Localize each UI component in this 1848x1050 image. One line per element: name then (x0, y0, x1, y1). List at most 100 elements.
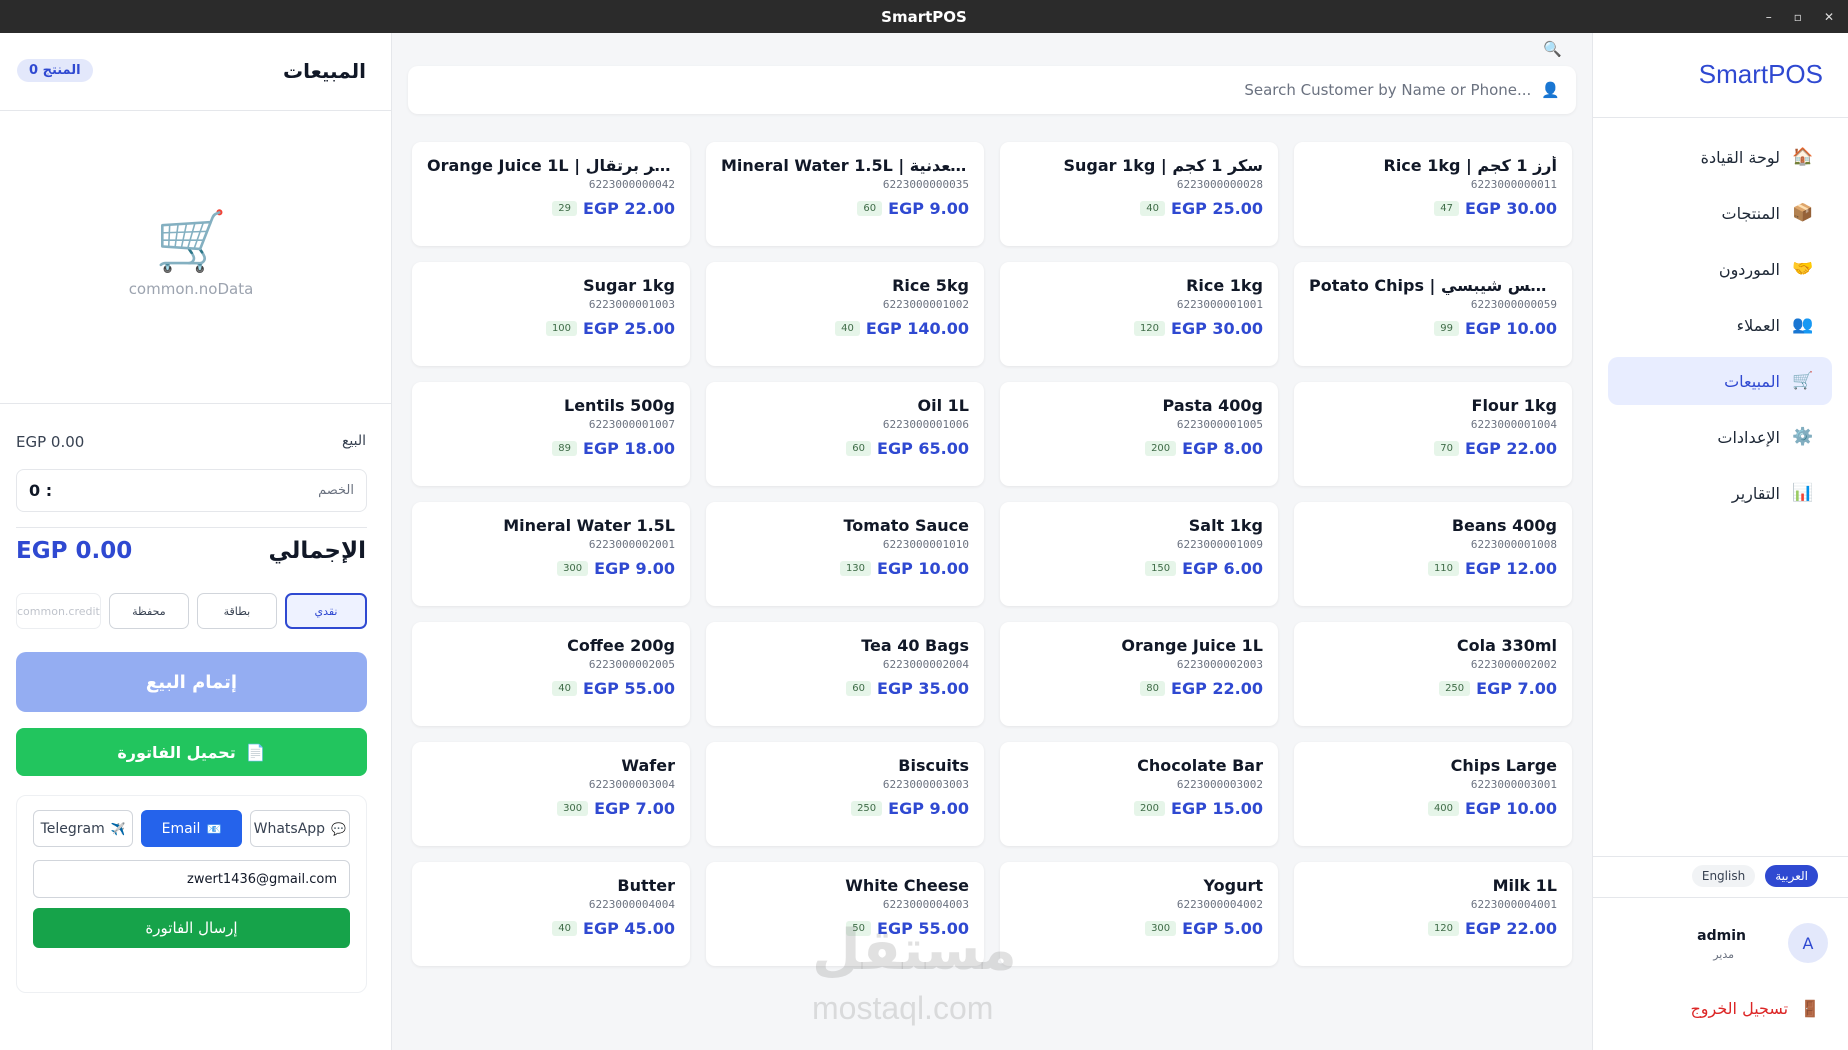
users-icon: 👥 (1792, 315, 1814, 335)
product-barcode: 6223000002003 (1176, 658, 1263, 671)
stock-badge: 150 (1145, 561, 1177, 576)
product-card[interactable]: Chips Large 6223000003001 EGP 10.00 400 (1294, 742, 1572, 846)
product-barcode: 6223000000035 (882, 178, 969, 191)
product-card[interactable]: Coffee 200g 6223000002005 EGP 55.00 40 (412, 622, 690, 726)
sidebar-item-dashboard[interactable]: 🏠 لوحة القيادة (1608, 133, 1832, 181)
cart-panel: المبيعات 0 المنتج 🛒 common.noData البيع … (0, 33, 392, 1050)
email-field[interactable] (33, 860, 350, 898)
email-tab[interactable]: 📧 Email (141, 810, 242, 847)
sidebar-item-suppliers[interactable]: 🤝 الموردون (1608, 245, 1832, 293)
watermark-logo-text: مستقل (812, 918, 1017, 983)
product-price-row: EGP 45.00 40 (427, 919, 675, 938)
customer-search-input[interactable] (408, 81, 1532, 99)
product-card[interactable]: Orange Juice 1L 6223000002003 EGP 22.00 80 (1000, 622, 1278, 726)
product-card[interactable]: Pasta 400g 6223000001005 EGP 8.00 200 (1000, 382, 1278, 486)
product-price-row: EGP 22.00 29 (427, 199, 675, 218)
product-name: Orange Juice 1L (1121, 636, 1263, 655)
sidebar: SmartPOS 🏠 لوحة القيادة 📦 المنتجات 🤝 الم… (1592, 33, 1848, 1050)
stock-badge: 60 (846, 681, 872, 696)
product-name: Tomato Sauce (843, 516, 969, 535)
stock-badge: 300 (1145, 921, 1177, 936)
product-card[interactable]: Sugar 1kg 6223000001003 EGP 25.00 100 (412, 262, 690, 366)
product-card[interactable]: Tomato Sauce 6223000001010 EGP 10.00 130 (706, 502, 984, 606)
product-price-row: EGP 30.00 47 (1309, 199, 1557, 218)
gear-icon: ⚙️ (1792, 427, 1814, 447)
product-card[interactable]: Cola 330ml 6223000002002 EGP 7.00 250 (1294, 622, 1572, 726)
product-price-row: EGP 7.00 250 (1309, 679, 1557, 698)
product-price: EGP 55.00 (583, 679, 675, 698)
product-card[interactable]: Mineral Water 1.5L | مياه معدنية 62230000… (706, 142, 984, 246)
product-price: EGP 10.00 (877, 559, 969, 578)
complete-sale-button[interactable]: إتمام البيع (16, 652, 367, 712)
minimize-icon[interactable]: – (1766, 10, 1772, 24)
product-card[interactable]: Lentils 500g 6223000001007 EGP 18.00 89 (412, 382, 690, 486)
discount-value[interactable]: 0 : (29, 481, 52, 500)
product-card[interactable]: Tea 40 Bags 6223000002004 EGP 35.00 60 (706, 622, 984, 726)
product-price: EGP 22.00 (583, 199, 675, 218)
product-card[interactable]: Flour 1kg 6223000001004 EGP 22.00 70 (1294, 382, 1572, 486)
product-price-row: EGP 18.00 89 (427, 439, 675, 458)
product-barcode: 6223000001005 (1176, 418, 1263, 431)
handshake-icon: 🤝 (1792, 259, 1814, 279)
plane-icon: ✈️ (110, 821, 126, 836)
lang-arabic-button[interactable]: العربية (1765, 865, 1818, 887)
sale-label: البيع (341, 433, 366, 449)
payment-cash-button[interactable]: نقدي (284, 593, 367, 629)
logout-label: تسجيل الخروج (1690, 999, 1789, 1018)
product-name: Wafer (621, 756, 675, 775)
product-card[interactable]: Butter 6223000004004 EGP 45.00 40 (412, 862, 690, 966)
customer-search-bar[interactable]: 👤 (408, 66, 1576, 114)
product-price-row: EGP 22.00 80 (1015, 679, 1263, 698)
product-card[interactable]: Beans 400g 6223000001008 EGP 12.00 110 (1294, 502, 1572, 606)
product-price-row: EGP 12.00 110 (1309, 559, 1557, 578)
product-barcode: 6223000001004 (1470, 418, 1557, 431)
stock-badge: 60 (857, 201, 883, 216)
payment-card-button[interactable]: بطاقة (196, 593, 277, 629)
payment-credit-button[interactable]: common.credit (16, 593, 101, 629)
whatsapp-tab[interactable]: 💬 WhatsApp (249, 810, 350, 847)
search-icon[interactable]: 🔍 (1543, 40, 1562, 58)
product-price: EGP 9.00 (594, 559, 675, 578)
sidebar-item-reports[interactable]: 📊 التقارير (1608, 469, 1832, 517)
product-card[interactable]: Sugar 1kg | سكر 1 كجم 6223000000028 EGP 25… (1000, 142, 1278, 246)
product-card[interactable]: Chocolate Bar 6223000003002 EGP 15.00 200 (1000, 742, 1278, 846)
product-card[interactable]: Rice 1kg | أرز 1 كجم 6223000000011 EGP 30.… (1294, 142, 1572, 246)
lang-english-button[interactable]: English (1691, 865, 1756, 887)
product-card[interactable]: Biscuits 6223000003003 EGP 9.00 250 (706, 742, 984, 846)
send-invoice-button[interactable]: إرسال الفاتورة (33, 908, 350, 948)
stock-badge: 40 (552, 681, 578, 696)
sidebar-item-settings[interactable]: ⚙️ الإعدادات (1608, 413, 1832, 461)
restore-icon[interactable]: ▫ (1794, 10, 1802, 24)
product-name: Flour 1kg (1471, 396, 1557, 415)
product-name: Sugar 1kg (583, 276, 675, 295)
product-card[interactable]: Wafer 6223000003004 EGP 7.00 300 (412, 742, 690, 846)
product-card[interactable]: Yogurt 6223000004002 EGP 5.00 300 (1000, 862, 1278, 966)
product-card[interactable]: Orange Juice 1L | عصير برتقال 62230000000… (412, 142, 690, 246)
sidebar-item-label: لوحة القيادة (1700, 147, 1780, 167)
payment-wallet-button[interactable]: محفظة (108, 593, 189, 629)
sidebar-nav: 🏠 لوحة القيادة 📦 المنتجات 🤝 الموردون 👥 ا… (1608, 133, 1832, 525)
product-card[interactable]: Salt 1kg 6223000001009 EGP 6.00 150 (1000, 502, 1278, 606)
sidebar-item-products[interactable]: 📦 المنتجات (1608, 189, 1832, 237)
sidebar-item-customers[interactable]: 👥 العملاء (1608, 301, 1832, 349)
product-card[interactable]: Rice 5kg 6223000001002 EGP 140.00 40 (706, 262, 984, 366)
product-barcode: 6223000002002 (1470, 658, 1557, 671)
product-card[interactable]: Mineral Water 1.5L 6223000002001 EGP 9.00 3… (412, 502, 690, 606)
download-invoice-button[interactable]: 📄 تحميل الفاتورة (16, 728, 367, 776)
telegram-tab[interactable]: ✈️ Telegram (33, 810, 134, 847)
product-card[interactable]: Rice 1kg 6223000001001 EGP 30.00 120 (1000, 262, 1278, 366)
payment-methods: نقدي بطاقة محفظة common.credit (16, 593, 367, 629)
product-card[interactable]: Potato Chips | بطاطس شيبسي 6223000000059 E… (1294, 262, 1572, 366)
sidebar-item-sales[interactable]: 🛒 المبيعات (1608, 357, 1832, 405)
product-barcode: 6223000001003 (588, 298, 675, 311)
product-card[interactable]: Oil 1L 6223000001006 EGP 65.00 60 (706, 382, 984, 486)
logout-button[interactable]: 🚪 تسجيل الخروج (1690, 999, 1820, 1018)
product-card[interactable]: Milk 1L 6223000004001 EGP 22.00 120 (1294, 862, 1572, 966)
stock-badge: 60 (846, 441, 872, 456)
discount-field[interactable]: الخصم 0 : (16, 469, 367, 512)
product-price-row: EGP 5.00 300 (1015, 919, 1263, 938)
user-role: مدير (1713, 948, 1734, 961)
product-price-row: EGP 9.00 60 (721, 199, 969, 218)
product-name: Mineral Water 1.5L (503, 516, 675, 535)
close-icon[interactable]: ✕ (1824, 10, 1834, 24)
